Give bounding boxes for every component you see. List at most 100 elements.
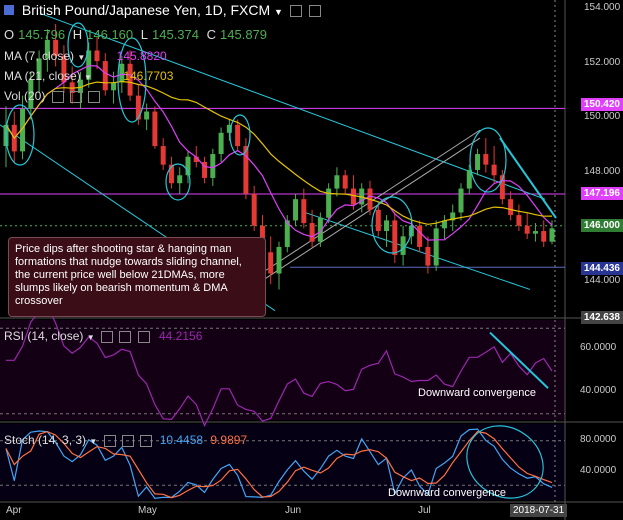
stoch-d-value: 9.9897 bbox=[210, 433, 248, 447]
settings-icon[interactable] bbox=[70, 90, 83, 103]
candle-body bbox=[350, 188, 356, 205]
rsi-legend[interactable]: RSI (14, close) ▼ 44.2156 bbox=[4, 329, 202, 343]
chevron-down-icon[interactable]: ▼ bbox=[274, 7, 283, 17]
stoch-legend[interactable]: Stoch (14, 3, 3) ▼ 10.4458 9.9897 bbox=[4, 433, 247, 447]
current-price-tag: 146.000 bbox=[580, 219, 623, 232]
open-value: 145.796 bbox=[18, 27, 66, 42]
settings-icon[interactable] bbox=[122, 434, 134, 447]
candle-body bbox=[301, 199, 307, 224]
stoch-label: Stoch (14, 3, 3) bbox=[4, 433, 87, 447]
close-icon[interactable] bbox=[308, 5, 321, 18]
candle-body bbox=[111, 82, 117, 91]
close-label: C bbox=[206, 27, 217, 42]
close-value: 145.879 bbox=[220, 27, 268, 42]
candle-body bbox=[483, 154, 489, 165]
ma7-label: MA (7, close) bbox=[4, 49, 75, 63]
high-value: 146.160 bbox=[86, 27, 134, 42]
stoch-k-value: 10.4458 bbox=[159, 433, 204, 447]
candle-body bbox=[135, 95, 141, 120]
candle-body bbox=[458, 188, 464, 213]
candle-body bbox=[334, 175, 340, 189]
ma21-label: MA (21, close) bbox=[4, 69, 81, 83]
price-tick: 144.000 bbox=[584, 275, 621, 286]
eye-icon[interactable] bbox=[51, 90, 64, 103]
price-tick: 150.000 bbox=[584, 111, 621, 122]
candle-body bbox=[152, 111, 158, 147]
resistance-price-tag: 150.420 bbox=[580, 98, 623, 111]
low-value: 145.374 bbox=[152, 27, 199, 42]
price-tick: 148.000 bbox=[584, 166, 621, 177]
close-icon[interactable] bbox=[88, 90, 101, 103]
candle-body bbox=[392, 220, 398, 255]
close-icon[interactable] bbox=[140, 434, 153, 447]
candle-body bbox=[144, 111, 150, 120]
candle-body bbox=[160, 146, 166, 165]
ma7-value: 145.8820 bbox=[116, 49, 167, 63]
open-label: O bbox=[4, 27, 15, 42]
rsi-tick: 40.0000 bbox=[580, 385, 617, 396]
time-label: Jul bbox=[418, 505, 431, 516]
candle-body bbox=[425, 246, 431, 266]
chart-title-row: British Pound/Japanese Yen, 1D, FXCM ▼ bbox=[4, 2, 321, 18]
bottom-price-tag: 142.638 bbox=[580, 311, 623, 324]
candle-body bbox=[268, 252, 274, 274]
candle-body bbox=[541, 231, 547, 242]
low-label: L bbox=[140, 27, 148, 42]
channel-lower-line bbox=[304, 211, 531, 290]
stoch-tick: 80.0000 bbox=[580, 434, 617, 445]
chevron-down-icon[interactable]: ▼ bbox=[84, 73, 92, 82]
candle-body bbox=[532, 231, 538, 234]
settings-icon[interactable] bbox=[289, 5, 302, 18]
price-tick: 152.000 bbox=[584, 57, 621, 68]
chevron-down-icon[interactable]: ▼ bbox=[89, 437, 97, 446]
rsi-tick: 60.0000 bbox=[580, 342, 617, 353]
candle-body bbox=[309, 223, 315, 242]
chevron-down-icon[interactable]: ▼ bbox=[87, 333, 95, 342]
candle-body bbox=[276, 246, 282, 274]
candle-body bbox=[516, 215, 522, 226]
candle-body bbox=[251, 193, 257, 226]
support-price-tag: 144.436 bbox=[580, 262, 623, 275]
ohlc-row: O 145.796 H 146.160 L 145.374 C 145.879 bbox=[4, 27, 271, 42]
candle-body bbox=[384, 220, 390, 232]
price-tick: 154.000 bbox=[584, 2, 621, 13]
candle-body bbox=[491, 164, 497, 176]
volume-legend[interactable]: Vol (20) bbox=[4, 89, 101, 103]
candle-body bbox=[218, 132, 224, 155]
pattern-highlight bbox=[5, 104, 35, 166]
ma7-legend[interactable]: MA (7, close) ▼ 145.8820 bbox=[4, 49, 167, 63]
rsi-value: 44.2156 bbox=[159, 329, 203, 343]
date-badge: 2018-07-31 bbox=[510, 504, 568, 517]
stoch-tick: 40.0000 bbox=[580, 465, 617, 476]
mid-price-tag: 147.196 bbox=[580, 187, 623, 200]
candle-body bbox=[293, 199, 299, 221]
volume-label: Vol (20) bbox=[4, 89, 46, 103]
ma21-value: 146.7703 bbox=[123, 69, 174, 83]
candle-body bbox=[177, 175, 183, 184]
symbol-flag-icon[interactable] bbox=[4, 5, 14, 15]
settings-icon[interactable] bbox=[119, 330, 132, 343]
chart-title[interactable]: British Pound/Japanese Yen, 1D, FXCM bbox=[22, 2, 270, 18]
candle-body bbox=[475, 154, 481, 170]
candle-body bbox=[508, 199, 514, 216]
candle-body bbox=[524, 225, 530, 234]
candle-body bbox=[549, 228, 555, 242]
time-label: Apr bbox=[6, 505, 22, 516]
eye-icon[interactable] bbox=[103, 434, 116, 447]
rsi-label: RSI (14, close) bbox=[4, 329, 84, 343]
candle-body bbox=[342, 175, 348, 189]
candle-body bbox=[235, 124, 241, 147]
eye-icon[interactable] bbox=[100, 330, 113, 343]
candle-body bbox=[210, 154, 216, 178]
time-label: May bbox=[138, 505, 157, 516]
stoch-annotation: Downward convergence bbox=[388, 487, 507, 499]
close-icon[interactable] bbox=[137, 330, 150, 343]
ma21-legend[interactable]: MA (21, close) ▼ 146.7703 bbox=[4, 69, 173, 83]
candle-body bbox=[433, 228, 439, 266]
candle-body bbox=[375, 209, 381, 232]
rsi-annotation: Downward convergence bbox=[418, 387, 537, 399]
chevron-down-icon[interactable]: ▼ bbox=[77, 53, 85, 62]
analysis-annotation[interactable]: Price dips after shooting star & hanging… bbox=[8, 237, 266, 317]
time-label: Jun bbox=[285, 505, 302, 516]
candle-body bbox=[417, 225, 423, 247]
